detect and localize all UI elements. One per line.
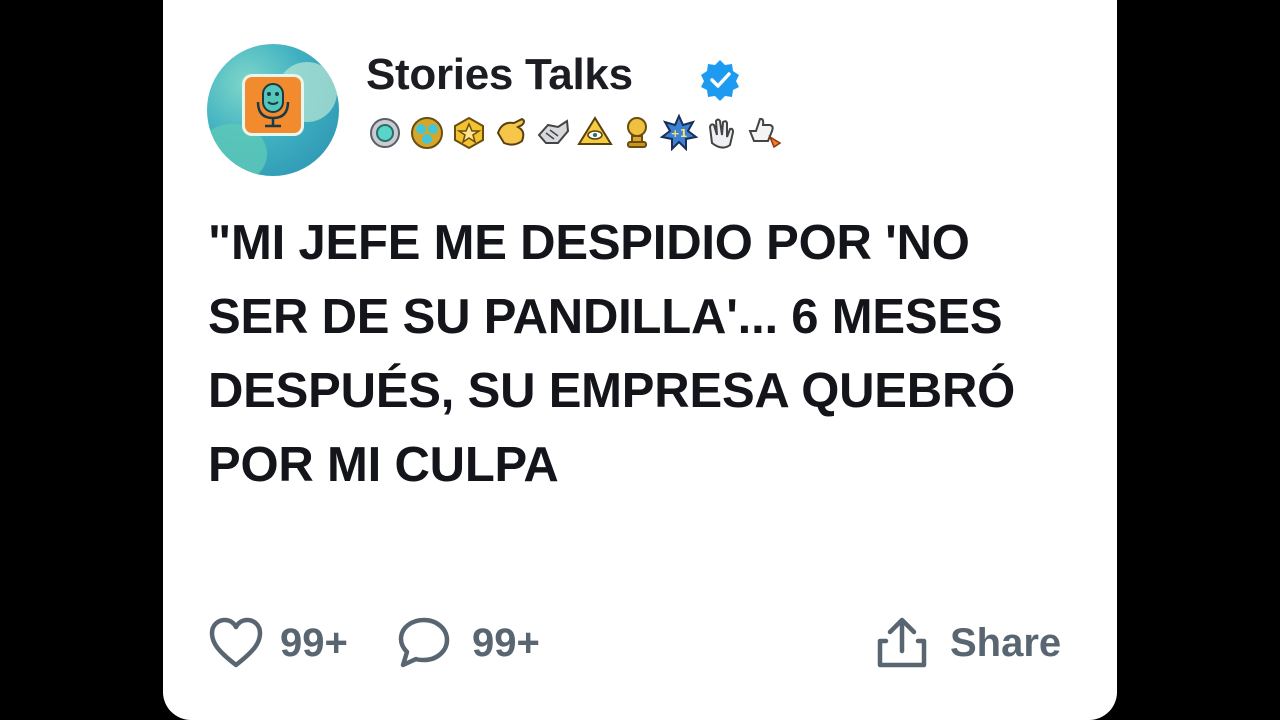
star-award-icon — [450, 113, 488, 151]
verified-badge-icon — [698, 58, 742, 102]
like-count: 99+ — [280, 620, 348, 665]
share-upload-icon — [874, 615, 930, 671]
gold-trophy-award-icon — [618, 113, 656, 151]
microphone-logo-icon — [242, 74, 304, 136]
comment-button[interactable]: 99+ — [396, 612, 540, 674]
heart-icon — [208, 617, 264, 669]
gem-cluster-award-icon — [408, 113, 446, 151]
award-badges: +1 — [366, 113, 782, 155]
pointing-hand-award-icon — [492, 113, 530, 151]
comment-count: 99+ — [472, 620, 540, 665]
ring-award-icon — [366, 113, 404, 151]
rocket-thumbs-up-award-icon — [744, 113, 782, 151]
comment-bubble-icon — [396, 616, 452, 670]
pyramid-eye-award-icon — [576, 113, 614, 151]
avatar[interactable] — [207, 44, 339, 176]
author-name[interactable]: Stories Talks — [366, 50, 633, 100]
post-card: Stories Talks +1 "MI JEFE ME DESPIDIO PO… — [163, 0, 1117, 720]
share-button[interactable]: Share — [874, 612, 1061, 674]
like-button[interactable]: 99+ — [208, 612, 348, 674]
svg-text:+1: +1 — [671, 127, 688, 140]
plus-one-award-icon: +1 — [659, 113, 699, 152]
post-headline: "MI JEFE ME DESPIDIO POR 'NO SER DE SU P… — [208, 216, 1016, 492]
clapping-hands-award-icon — [702, 113, 740, 151]
share-label: Share — [950, 620, 1062, 665]
handshake-award-icon — [534, 113, 572, 151]
post-actions: 99+ 99+ Share — [208, 612, 1078, 674]
